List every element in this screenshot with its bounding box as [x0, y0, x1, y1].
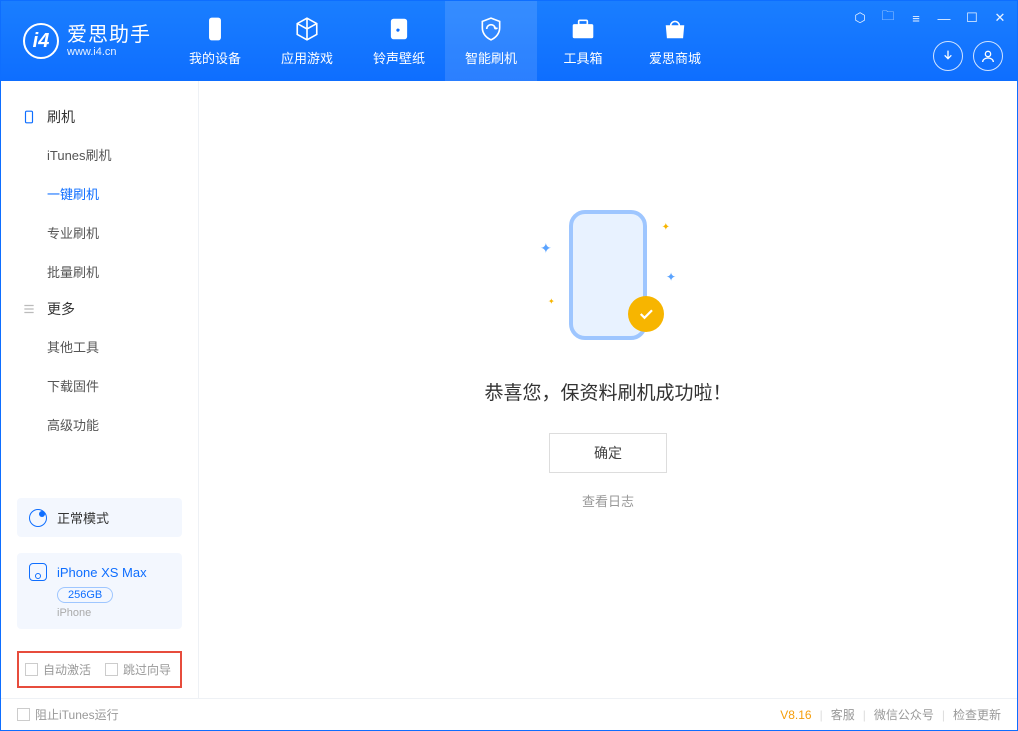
toolbox-icon: [570, 16, 596, 42]
nav-ringtone-wallpaper[interactable]: 铃声壁纸: [353, 1, 445, 81]
version-label: V8.16: [780, 708, 811, 722]
list-icon: [21, 301, 37, 317]
capacity-badge: 256GB: [57, 587, 113, 603]
sparkle-icon: ✦: [548, 297, 555, 306]
app-title: 爱思助手: [67, 24, 151, 46]
block-itunes-checkbox[interactable]: 阻止iTunes运行: [17, 706, 119, 723]
minimize-button[interactable]: —: [935, 11, 953, 26]
maximize-button[interactable]: ☐: [963, 10, 981, 26]
skip-guide-checkbox[interactable]: 跳过向导: [105, 661, 171, 678]
check-icon: [628, 296, 664, 332]
sidebar-item-advanced[interactable]: 高级功能: [1, 405, 198, 444]
sidebar-group-more: 更多: [1, 291, 198, 327]
sidebar-item-batch-flash[interactable]: 批量刷机: [1, 252, 198, 291]
status-bar: 阻止iTunes运行 V8.16 | 客服 | 微信公众号 | 检查更新: [1, 698, 1017, 730]
mode-label: 正常模式: [57, 508, 109, 527]
mode-icon: [29, 509, 47, 527]
device-mode-card[interactable]: 正常模式: [17, 498, 182, 537]
cube-icon: [294, 16, 320, 42]
shirt-icon[interactable]: ⬡: [851, 10, 869, 26]
nav-my-device[interactable]: 我的设备: [169, 1, 261, 81]
device-type: iPhone: [57, 607, 170, 619]
auto-activate-checkbox[interactable]: 自动激活: [25, 661, 91, 678]
success-illustration: ✦ ✦ ✦ ✦: [538, 210, 678, 350]
logo-icon: i4: [23, 23, 59, 59]
sparkle-icon: ✦: [662, 222, 670, 233]
app-logo: i4 爱思助手 www.i4.cn: [1, 1, 169, 81]
ok-button[interactable]: 确定: [549, 433, 667, 473]
device-icon: [202, 16, 228, 42]
device-card[interactable]: iPhone XS Max 256GB iPhone: [17, 553, 182, 629]
sidebar-item-other-tools[interactable]: 其他工具: [1, 327, 198, 366]
view-log-link[interactable]: 查看日志: [582, 491, 634, 510]
flash-options-highlighted: 自动激活 跳过向导: [17, 651, 182, 688]
phone-icon: [21, 109, 37, 125]
sidebar-item-pro-flash[interactable]: 专业刷机: [1, 213, 198, 252]
close-button[interactable]: ✕: [991, 10, 1009, 26]
title-bar: i4 爱思助手 www.i4.cn 我的设备 应用游戏 铃声壁纸 智能刷机 工具…: [1, 1, 1017, 81]
main-panel: ✦ ✦ ✦ ✦ 恭喜您，保资料刷机成功啦！ 确定 查看日志: [199, 81, 1017, 698]
nav-apps-games[interactable]: 应用游戏: [261, 1, 353, 81]
menu-icon[interactable]: ≡: [907, 11, 925, 26]
download-button[interactable]: [933, 41, 963, 71]
device-name: iPhone XS Max: [57, 565, 147, 580]
sidebar-item-download-firmware[interactable]: 下载固件: [1, 366, 198, 405]
user-button[interactable]: [973, 41, 1003, 71]
sidebar-group-flash: 刷机: [1, 99, 198, 135]
support-link[interactable]: 客服: [831, 706, 855, 723]
app-subtitle: www.i4.cn: [67, 46, 151, 58]
sidebar-item-oneclick-flash[interactable]: 一键刷机: [1, 174, 198, 213]
music-file-icon: [386, 16, 412, 42]
nav-store[interactable]: 爱思商城: [629, 1, 721, 81]
window-controls: ⬡ 🗀 ≡ — ☐ ✕: [851, 7, 1009, 29]
lock-icon[interactable]: 🗀: [879, 7, 897, 29]
nav-toolbox[interactable]: 工具箱: [537, 1, 629, 81]
nav-smart-flash[interactable]: 智能刷机: [445, 1, 537, 81]
success-message: 恭喜您，保资料刷机成功啦！: [484, 378, 731, 405]
device-small-icon: [29, 563, 47, 581]
top-nav: 我的设备 应用游戏 铃声壁纸 智能刷机 工具箱 爱思商城: [169, 1, 721, 81]
sparkle-icon: ✦: [666, 270, 676, 284]
wechat-link[interactable]: 微信公众号: [874, 706, 934, 723]
sparkle-icon: ✦: [540, 240, 552, 257]
sidebar-item-itunes-flash[interactable]: iTunes刷机: [1, 135, 198, 174]
shield-refresh-icon: [478, 16, 504, 42]
header-actions: [933, 41, 1003, 71]
sidebar: 刷机 iTunes刷机 一键刷机 专业刷机 批量刷机 更多 其他工具 下载固件 …: [1, 81, 199, 698]
check-update-link[interactable]: 检查更新: [953, 706, 1001, 723]
store-icon: [662, 16, 688, 42]
